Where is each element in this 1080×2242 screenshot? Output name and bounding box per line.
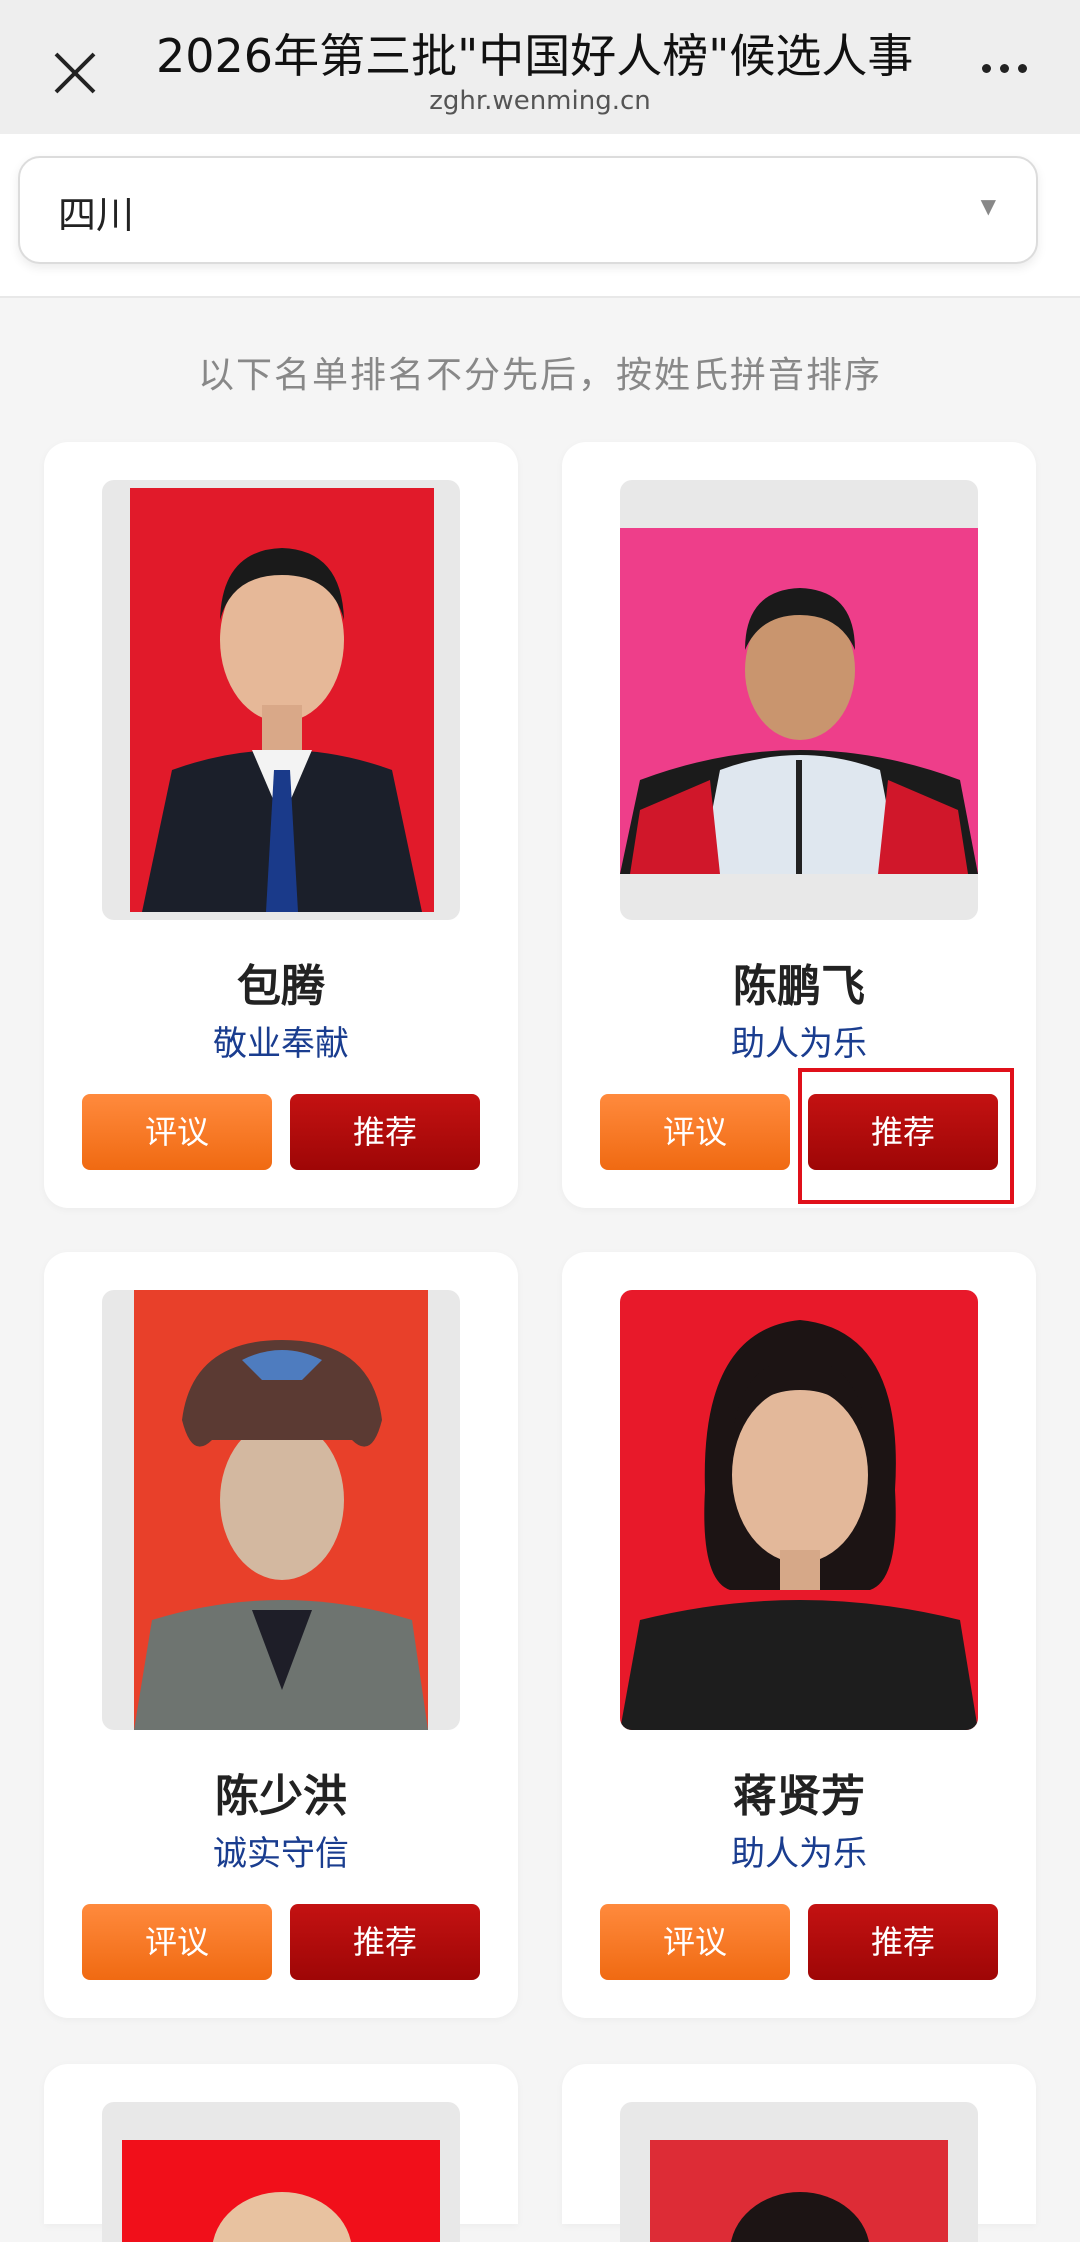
candidate-photo <box>620 1290 978 1730</box>
more-icon[interactable] <box>982 58 1042 78</box>
page-domain: zghr.wenming.cn <box>429 86 651 116</box>
comment-button[interactable]: 评议 <box>82 1904 272 1980</box>
province-select-value: 四川 <box>58 193 135 237</box>
page-title-group: 2026年第三批"中国好人榜"候选人事 zghr.wenming.cn <box>150 26 930 116</box>
recommend-button[interactable]: 推荐 <box>290 1904 480 1980</box>
candidate-name: 包腾 <box>237 961 325 1012</box>
candidate-name: 陈鹏飞 <box>733 961 865 1012</box>
candidate-photo <box>102 2102 460 2242</box>
chevron-down-icon: ▼ <box>980 194 996 218</box>
candidate-photo <box>102 480 460 920</box>
candidate-card <box>44 2064 518 2242</box>
page-title: 2026年第三批"中国好人榜"候选人事 <box>156 29 914 83</box>
highlight-box <box>798 1068 1014 1204</box>
candidate-photo <box>620 480 978 920</box>
candidate-card: 陈少洪 诚实守信 评议 推荐 <box>44 1252 518 2018</box>
candidate-category: 敬业奉献 <box>213 1024 349 1064</box>
candidate-category: 助人为乐 <box>731 1024 867 1064</box>
candidate-category: 助人为乐 <box>731 1834 867 1874</box>
comment-button[interactable]: 评议 <box>82 1094 272 1170</box>
candidate-card: 包腾 敬业奉献 评议 推荐 <box>44 442 518 1208</box>
recommend-button[interactable]: 推荐 <box>808 1904 998 1980</box>
candidate-photo <box>620 2102 978 2242</box>
top-bar: 2026年第三批"中国好人榜"候选人事 zghr.wenming.cn <box>0 0 1080 134</box>
filter-section: 四川 ▼ <box>0 134 1080 298</box>
comment-button[interactable]: 评议 <box>600 1094 790 1170</box>
sort-notice: 以下名单排名不分先后，按姓氏拼音排序 <box>197 355 882 396</box>
candidate-card: 蒋贤芳 助人为乐 评议 推荐 <box>562 1252 1036 2018</box>
candidate-name: 陈少洪 <box>215 1771 347 1822</box>
close-icon[interactable] <box>50 48 100 98</box>
candidate-photo <box>102 1290 460 1730</box>
candidate-name: 蒋贤芳 <box>733 1771 865 1822</box>
province-select[interactable]: 四川 ▼ <box>18 156 1038 264</box>
recommend-button[interactable]: 推荐 <box>290 1094 480 1170</box>
candidate-category: 诚实守信 <box>213 1834 349 1874</box>
comment-button[interactable]: 评议 <box>600 1904 790 1980</box>
candidate-card <box>562 2064 1036 2242</box>
